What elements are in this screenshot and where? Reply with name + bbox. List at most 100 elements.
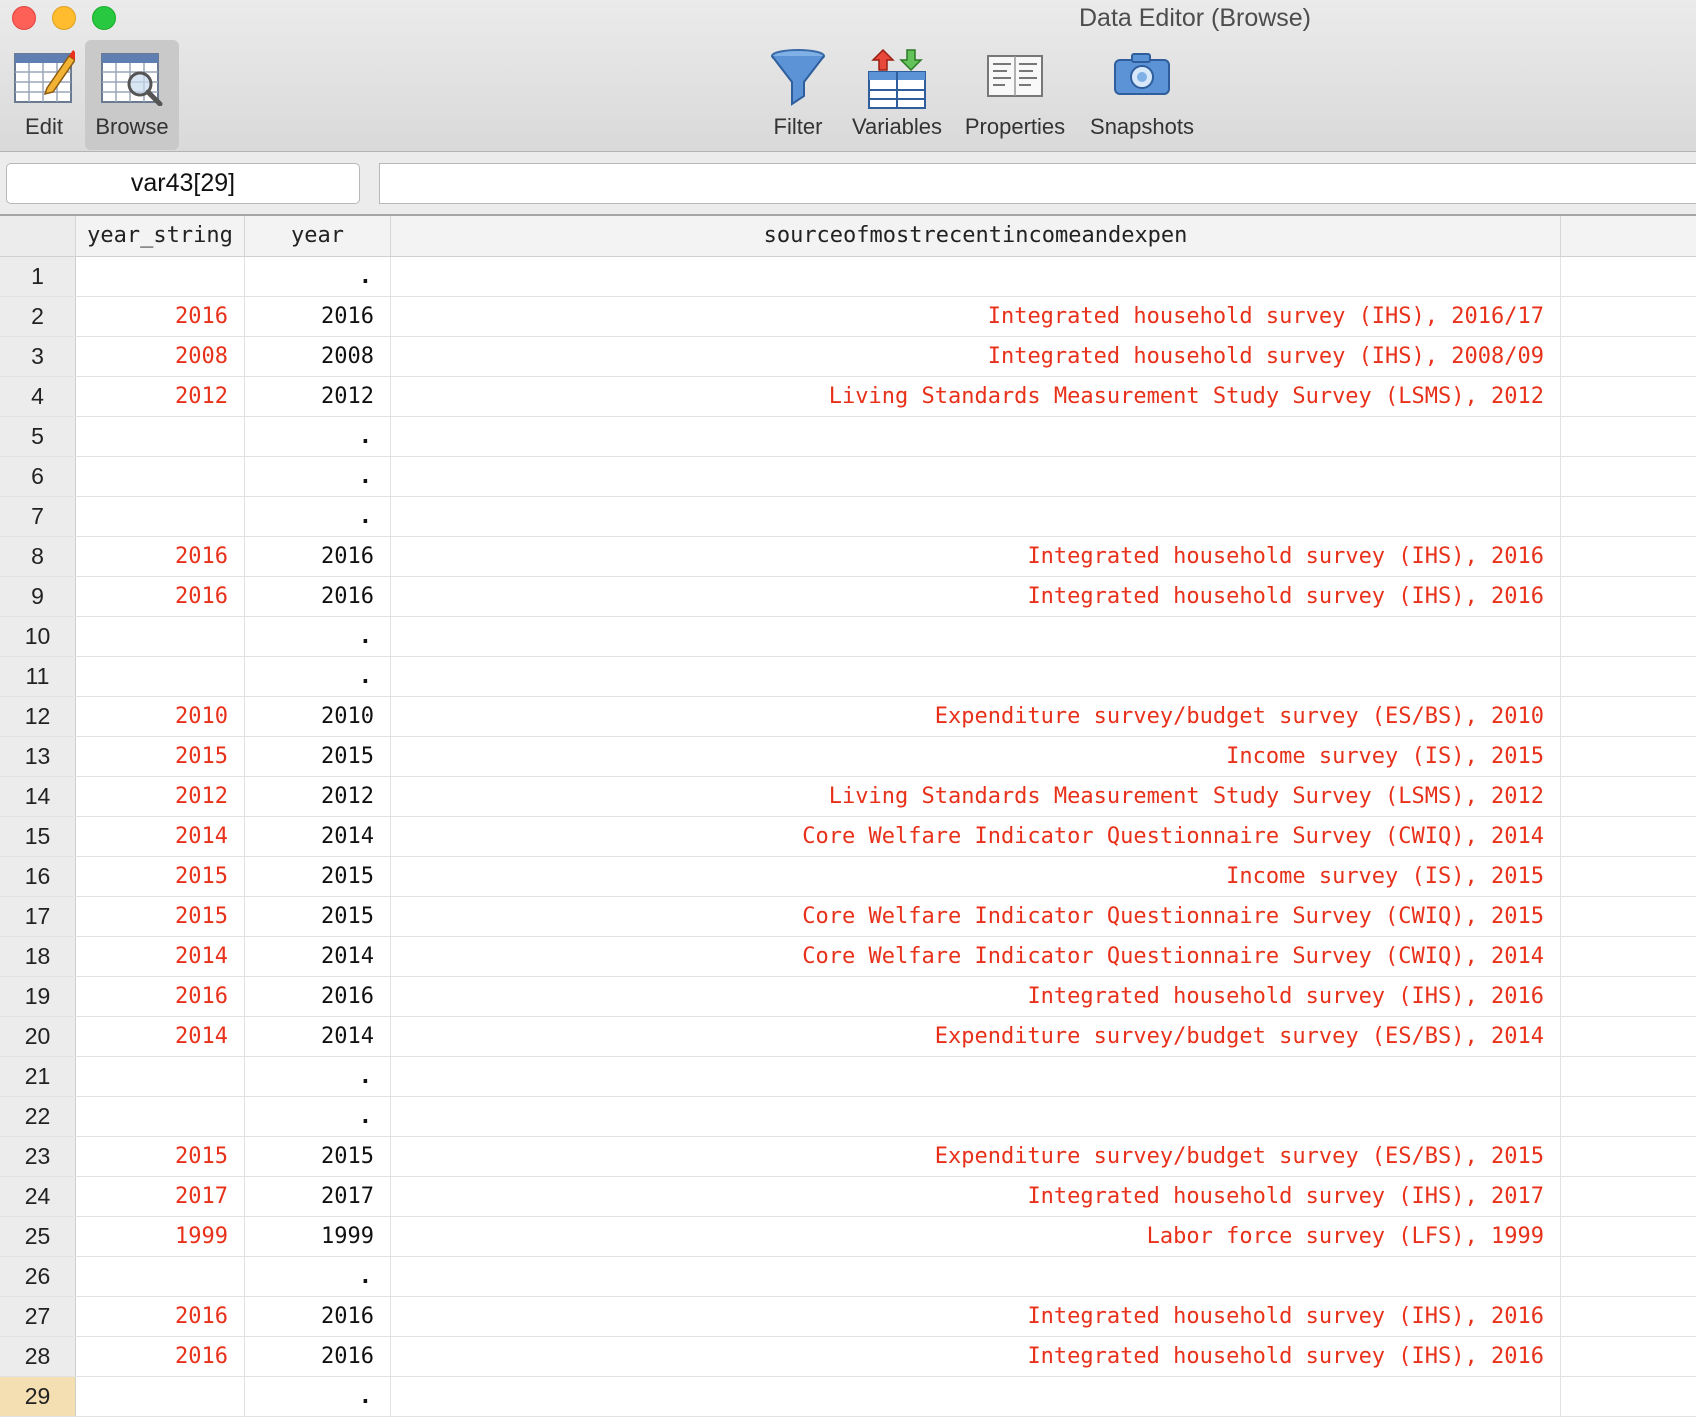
cell-year-string[interactable]: 2015 — [76, 897, 245, 936]
table-row[interactable]: 5. — [0, 417, 1696, 457]
cell-year-string[interactable]: 2014 — [76, 937, 245, 976]
properties-button[interactable]: Properties — [958, 40, 1072, 150]
cell-year[interactable]: 2015 — [245, 1137, 391, 1176]
column-header-year[interactable]: year — [245, 216, 391, 256]
cell-year[interactable]: . — [245, 657, 391, 696]
cell-source[interactable]: Integrated household survey (IHS), 2008/… — [391, 337, 1561, 376]
row-number[interactable]: 12 — [0, 697, 76, 736]
cell-source[interactable]: Labor force survey (LFS), 1999 — [391, 1217, 1561, 1256]
row-number[interactable]: 13 — [0, 737, 76, 776]
row-number[interactable]: 6 — [0, 457, 76, 496]
cell-year[interactable]: 1999 — [245, 1217, 391, 1256]
cell-year-string[interactable] — [76, 1257, 245, 1296]
cell-source[interactable]: Core Welfare Indicator Questionnaire Sur… — [391, 897, 1561, 936]
cell-year-string[interactable]: 2014 — [76, 1017, 245, 1056]
cell-source[interactable]: Core Welfare Indicator Questionnaire Sur… — [391, 817, 1561, 856]
cell-year-string[interactable] — [76, 1097, 245, 1136]
cell-year-string[interactable] — [76, 1377, 245, 1416]
table-row[interactable]: 29. — [0, 1377, 1696, 1417]
cell-year-string[interactable]: 2010 — [76, 697, 245, 736]
table-row[interactable]: 11. — [0, 657, 1696, 697]
table-row[interactable]: 22. — [0, 1097, 1696, 1137]
edit-mode-button[interactable]: Edit — [4, 40, 84, 150]
filter-button[interactable]: Filter — [762, 40, 834, 150]
table-row[interactable]: 18 2014 2014 Core Welfare Indicator Questio… — [0, 937, 1696, 977]
row-number[interactable]: 5 — [0, 417, 76, 456]
row-number[interactable]: 1 — [0, 257, 76, 296]
row-number[interactable]: 4 — [0, 377, 76, 416]
table-row[interactable]: 21. — [0, 1057, 1696, 1097]
corner-cell[interactable] — [0, 216, 76, 256]
row-number[interactable]: 27 — [0, 1297, 76, 1336]
cell-year-string[interactable]: 2016 — [76, 977, 245, 1016]
row-number[interactable]: 3 — [0, 337, 76, 376]
row-number[interactable]: 26 — [0, 1257, 76, 1296]
cell-year-string[interactable]: 2015 — [76, 737, 245, 776]
cell-year[interactable]: . — [245, 1057, 391, 1096]
row-number[interactable]: 20 — [0, 1017, 76, 1056]
cell-year-string[interactable]: 2016 — [76, 1337, 245, 1376]
cell-year[interactable]: 2016 — [245, 1337, 391, 1376]
cell-source[interactable]: Living Standards Measurement Study Surve… — [391, 377, 1561, 416]
table-row[interactable]: 26. — [0, 1257, 1696, 1297]
cell-source[interactable] — [391, 617, 1561, 656]
cell-year-string[interactable]: 2015 — [76, 1137, 245, 1176]
cell-year[interactable]: 2015 — [245, 897, 391, 936]
table-row[interactable]: 27 2016 2016 Integrated household survey (I… — [0, 1297, 1696, 1337]
cell-source[interactable]: Integrated household survey (IHS), 2016/… — [391, 297, 1561, 336]
table-row[interactable]: 9 2016 2016 Integrated household survey (IH… — [0, 577, 1696, 617]
cell-year[interactable]: 2016 — [245, 1297, 391, 1336]
column-header-year-string[interactable]: year_string — [76, 216, 245, 256]
cell-source[interactable]: Integrated household survey (IHS), 2016 — [391, 537, 1561, 576]
cell-year[interactable]: 2012 — [245, 777, 391, 816]
cell-year-string[interactable]: 1999 — [76, 1217, 245, 1256]
table-row[interactable]: 24 2017 2017 Integrated household survey (I… — [0, 1177, 1696, 1217]
cell-source[interactable] — [391, 257, 1561, 296]
cell-year[interactable]: 2015 — [245, 737, 391, 776]
cell-year-string[interactable] — [76, 617, 245, 656]
row-number[interactable]: 9 — [0, 577, 76, 616]
cell-year[interactable]: 2012 — [245, 377, 391, 416]
cell-year[interactable]: 2016 — [245, 297, 391, 336]
table-row[interactable]: 4 2012 2012 Living Standards Measurement St… — [0, 377, 1696, 417]
cell-year[interactable]: . — [245, 457, 391, 496]
cell-year-string[interactable]: 2012 — [76, 777, 245, 816]
cell-year-string[interactable]: 2017 — [76, 1177, 245, 1216]
row-number[interactable]: 14 — [0, 777, 76, 816]
close-window-button[interactable] — [12, 6, 36, 30]
cell-source[interactable] — [391, 1097, 1561, 1136]
cell-year[interactable]: 2010 — [245, 697, 391, 736]
row-number[interactable]: 10 — [0, 617, 76, 656]
cell-year-string[interactable] — [76, 457, 245, 496]
cell-year-string[interactable]: 2016 — [76, 1297, 245, 1336]
cell-year-string[interactable] — [76, 497, 245, 536]
table-row[interactable]: 17 2015 2015 Core Welfare Indicator Questio… — [0, 897, 1696, 937]
table-row[interactable]: 13 2015 2015 Income survey (IS), 2015 — [0, 737, 1696, 777]
cell-year-string[interactable]: 2015 — [76, 857, 245, 896]
cell-year-string[interactable]: 2014 — [76, 817, 245, 856]
cell-source[interactable]: Expenditure survey/budget survey (ES/BS)… — [391, 1017, 1561, 1056]
cell-value-field[interactable] — [379, 163, 1696, 204]
cell-year[interactable]: . — [245, 257, 391, 296]
table-row[interactable]: 7. — [0, 497, 1696, 537]
cell-year[interactable]: . — [245, 1377, 391, 1416]
table-row[interactable]: 3 2008 2008 Integrated household survey (IH… — [0, 337, 1696, 377]
cell-source[interactable] — [391, 1257, 1561, 1296]
browse-mode-button[interactable]: Browse — [85, 40, 179, 150]
cell-source[interactable]: Core Welfare Indicator Questionnaire Sur… — [391, 937, 1561, 976]
cell-year-string[interactable] — [76, 1057, 245, 1096]
cell-year-string[interactable] — [76, 257, 245, 296]
row-number[interactable]: 24 — [0, 1177, 76, 1216]
cell-source[interactable]: Income survey (IS), 2015 — [391, 857, 1561, 896]
cell-year-string[interactable]: 2008 — [76, 337, 245, 376]
cell-source[interactable] — [391, 457, 1561, 496]
cell-year-string[interactable]: 2016 — [76, 297, 245, 336]
row-number[interactable]: 8 — [0, 537, 76, 576]
table-row[interactable]: 28 2016 2016 Integrated household survey (I… — [0, 1337, 1696, 1377]
cell-source[interactable]: Integrated household survey (IHS), 2016 — [391, 577, 1561, 616]
table-row[interactable]: 20 2014 2014 Expenditure survey/budget surv… — [0, 1017, 1696, 1057]
cell-year[interactable]: . — [245, 497, 391, 536]
zoom-window-button[interactable] — [92, 6, 116, 30]
row-number[interactable]: 29 — [0, 1377, 76, 1416]
cell-source[interactable] — [391, 417, 1561, 456]
